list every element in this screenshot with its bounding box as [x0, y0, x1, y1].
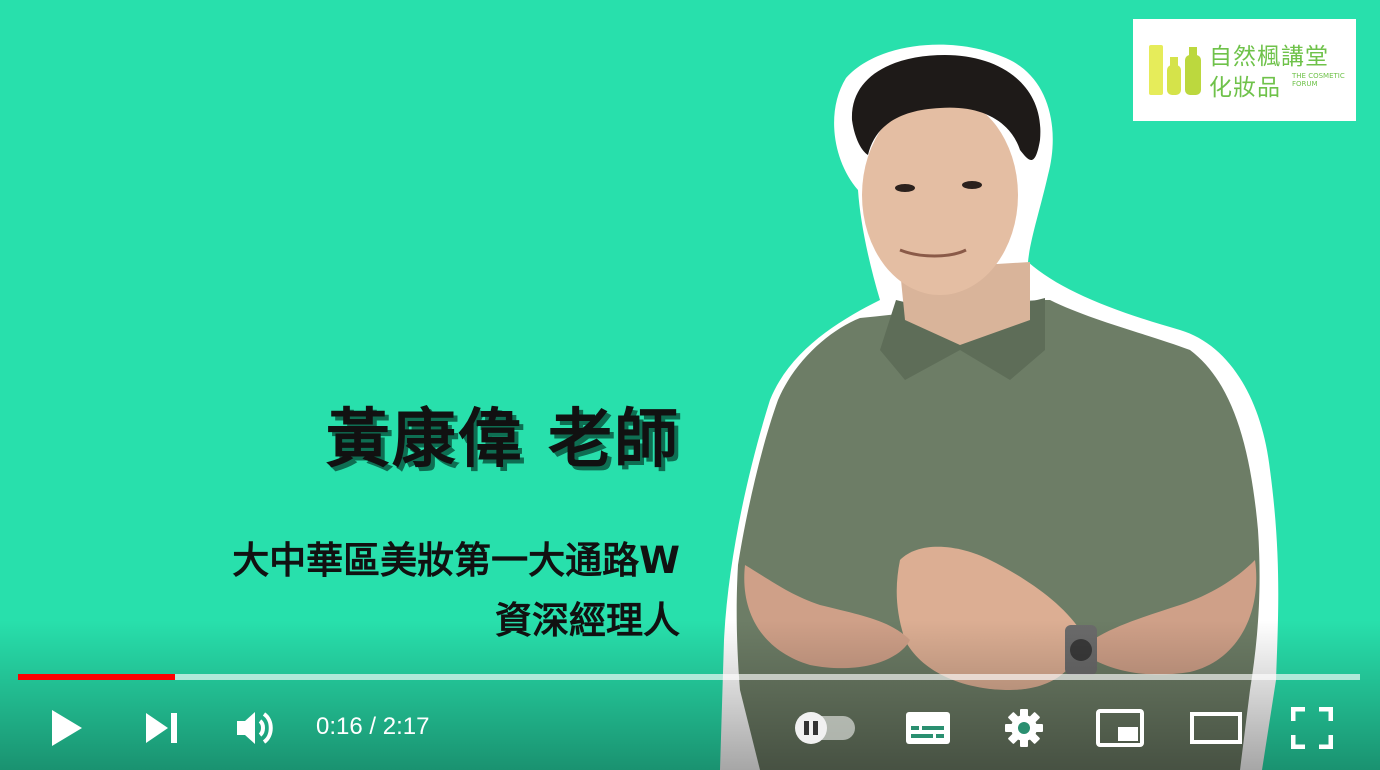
- settings-icon: [1005, 709, 1043, 747]
- logo-title-line2: 化妝品: [1209, 75, 1281, 101]
- subtitles-button[interactable]: [898, 700, 958, 756]
- autoplay-toggle[interactable]: [786, 700, 860, 756]
- miniplayer-icon: [1096, 709, 1144, 747]
- speaker-name: 黃康偉 老師: [325, 403, 680, 477]
- cosmetic-bottles-icon: [1149, 45, 1201, 95]
- fullscreen-icon: [1291, 707, 1333, 749]
- progress-played: [18, 674, 175, 680]
- time-display: 0:16 / 2:17: [316, 713, 430, 740]
- theater-mode-button[interactable]: [1186, 700, 1246, 756]
- play-button[interactable]: [36, 700, 96, 756]
- miniplayer-button[interactable]: [1090, 700, 1150, 756]
- next-button[interactable]: [134, 700, 190, 756]
- progress-bar[interactable]: [18, 674, 1360, 680]
- autoplay-toggle-icon: [795, 712, 855, 744]
- channel-logo: 自然楓講堂 化妝品 THE COSMETIC FORUM: [1133, 19, 1356, 121]
- speaker-role-line1: 大中華區美妝第一大通路W: [232, 539, 680, 582]
- fullscreen-button[interactable]: [1282, 700, 1342, 756]
- theater-icon: [1190, 712, 1242, 744]
- progress-buffered: [18, 674, 1360, 680]
- video-player[interactable]: 自然楓講堂 化妝品 THE COSMETIC FORUM 黃康偉 老師 大中華區…: [0, 0, 1380, 770]
- subtitles-icon: [906, 712, 950, 744]
- logo-english-name: THE COSMETIC FORUM: [1292, 72, 1345, 88]
- controls-gradient: [0, 620, 1380, 770]
- next-icon: [146, 713, 177, 743]
- play-icon: [52, 710, 82, 746]
- logo-title-line1: 自然楓講堂: [1209, 44, 1329, 70]
- settings-button[interactable]: [994, 700, 1054, 756]
- volume-icon: [237, 712, 273, 744]
- volume-button[interactable]: [228, 700, 284, 756]
